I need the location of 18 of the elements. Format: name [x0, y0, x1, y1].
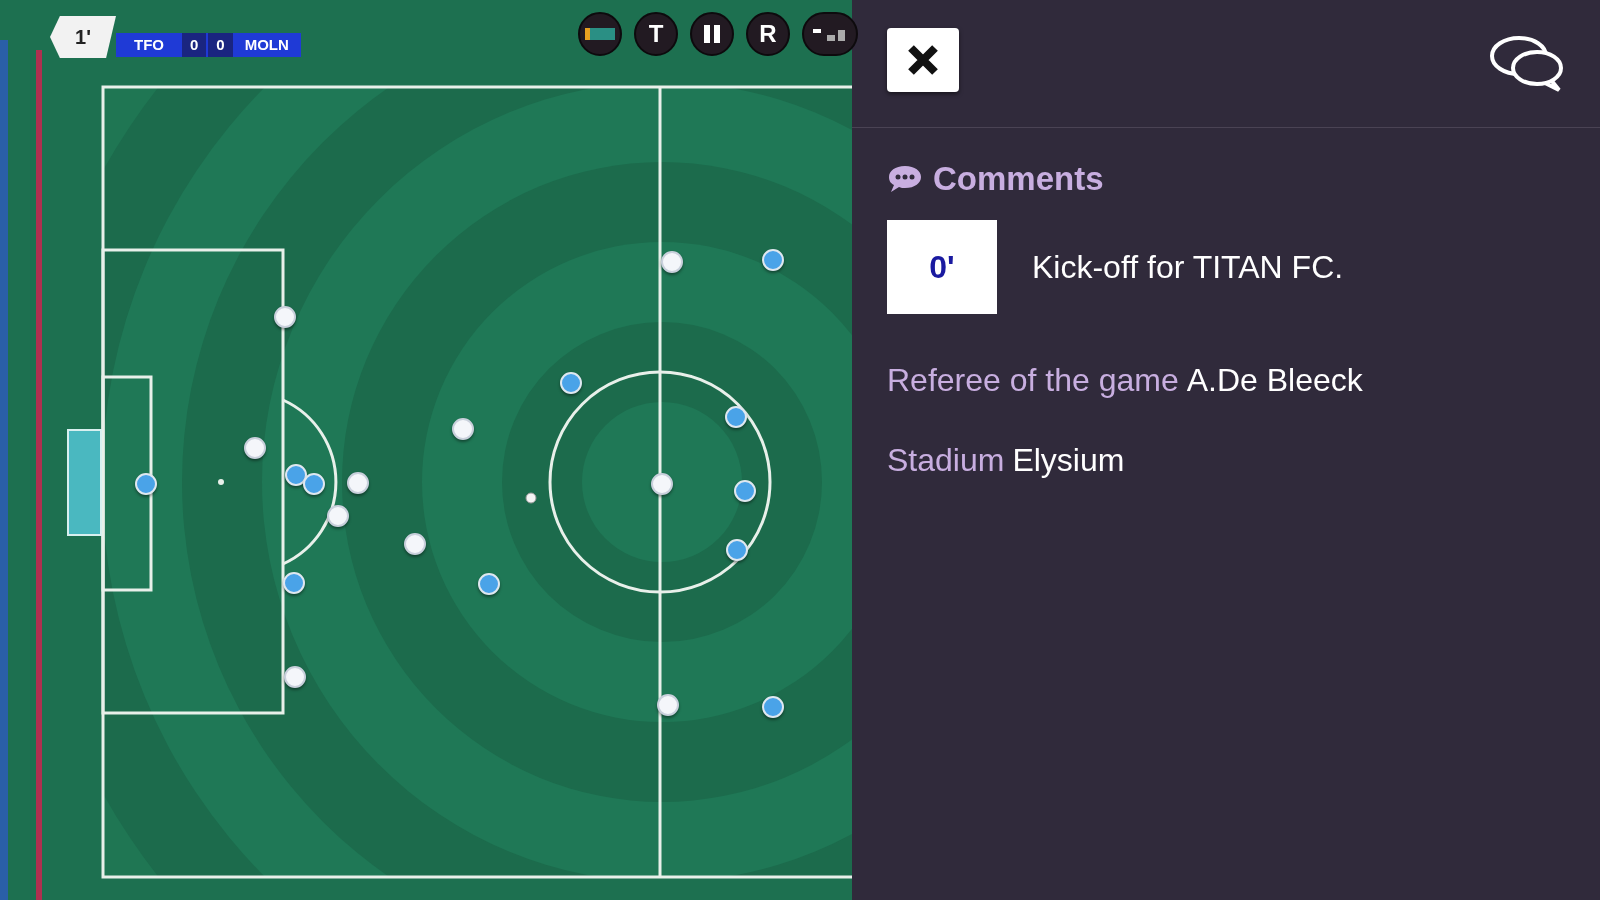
chat-icon[interactable] [1489, 34, 1565, 94]
bar-icon [585, 28, 615, 40]
close-icon [906, 43, 940, 77]
detail-label: Stadium [887, 440, 1005, 480]
comment-icon [887, 163, 923, 194]
score: 0 [182, 33, 207, 57]
volume-icon [813, 26, 847, 42]
detail-value: A.De Bleeck [1186, 360, 1363, 400]
section-title: Comments [933, 159, 1104, 199]
comment-text: Kick-off for TITAN FC. [1032, 247, 1344, 287]
detail-value: Elysium [1012, 440, 1125, 480]
close-button[interactable] [887, 28, 959, 92]
score: 0 [208, 33, 233, 57]
minute-box: 0' [887, 219, 997, 314]
detail-label: Referee of the game [887, 360, 1179, 400]
team-name: MOLN [243, 34, 290, 55]
team-name: TFO [133, 34, 165, 55]
pause-icon [703, 24, 721, 44]
